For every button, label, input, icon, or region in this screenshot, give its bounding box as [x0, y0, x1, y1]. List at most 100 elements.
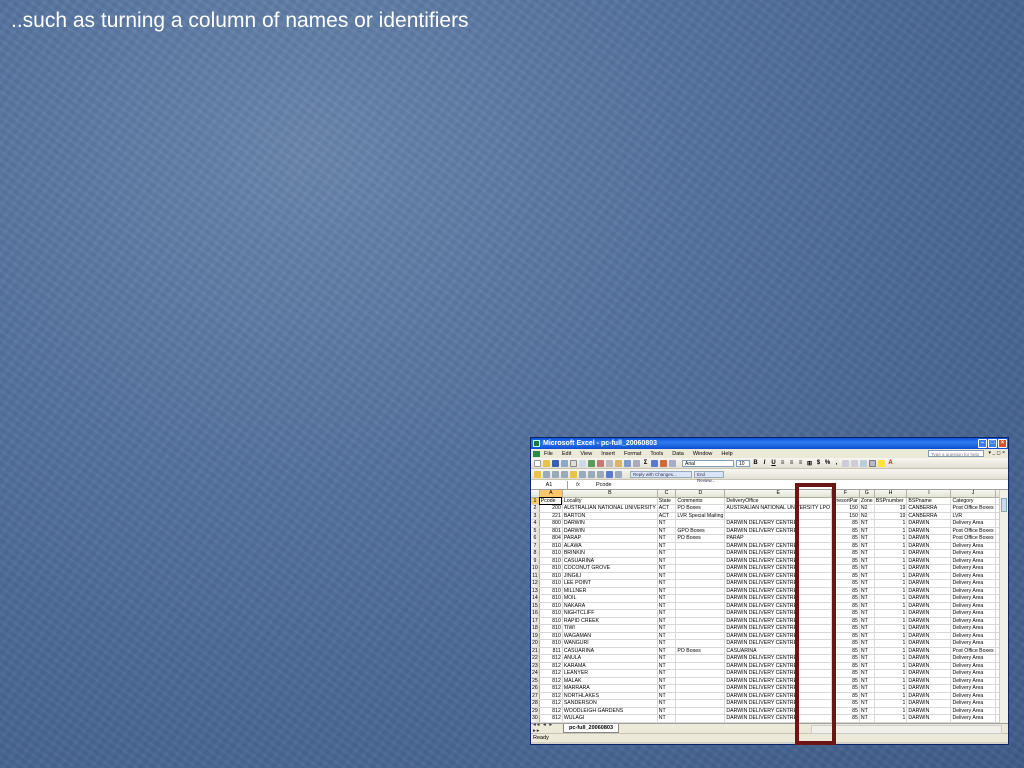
cell[interactable]: DARWIN — [906, 564, 952, 573]
cell[interactable]: NT — [657, 572, 677, 580]
title-bar[interactable]: Microsoft Excel - pc-full_20060803 – □ × — [531, 438, 1008, 449]
cell[interactable]: NT — [859, 692, 875, 700]
cell[interactable]: NT — [859, 602, 875, 610]
cell[interactable] — [675, 692, 726, 700]
comment-icon[interactable] — [570, 470, 577, 478]
cell[interactable]: 1 — [874, 602, 908, 610]
cell[interactable]: CANBERRA — [906, 512, 952, 520]
italic-button[interactable]: I — [761, 460, 768, 466]
cell[interactable]: NT — [859, 624, 875, 633]
cell[interactable]: DARWIN — [906, 654, 952, 663]
cell[interactable] — [675, 632, 726, 640]
cell[interactable]: NT — [657, 527, 677, 535]
cell[interactable]: NT — [657, 639, 677, 648]
cell[interactable]: 85 — [831, 572, 860, 580]
cell[interactable]: PARAP — [724, 534, 833, 543]
cell[interactable]: NT — [657, 714, 677, 723]
cell[interactable]: NT — [859, 587, 875, 595]
cell[interactable]: 810 — [539, 542, 563, 550]
column-header[interactable]: D — [675, 490, 726, 498]
cell[interactable]: DARWIN DELIVERY CENTRE — [724, 632, 833, 640]
cell[interactable]: SANDERSON — [562, 699, 658, 708]
cell[interactable]: JINGILI — [562, 572, 658, 580]
cell[interactable]: NT — [657, 609, 677, 618]
cell[interactable]: NT — [657, 557, 677, 565]
workbook-icon[interactable] — [533, 450, 540, 457]
cell[interactable]: DARWIN — [906, 692, 952, 700]
cell[interactable]: Delivery Area — [950, 632, 996, 640]
cell[interactable]: WOODLEIGH GARDENS — [562, 707, 658, 715]
print-icon[interactable] — [570, 459, 577, 467]
cell[interactable]: 85 — [831, 647, 860, 655]
cell[interactable]: DARWIN — [906, 549, 952, 558]
cell[interactable]: 221 — [539, 512, 563, 520]
cell[interactable]: N2 — [859, 504, 875, 513]
save-icon[interactable] — [552, 459, 559, 467]
cell[interactable]: MILLNER — [562, 587, 658, 595]
cell[interactable]: Delivery Area — [950, 602, 996, 610]
align-left-icon[interactable]: ≡ — [779, 460, 786, 466]
cell[interactable]: DARWIN DELIVERY CENTRE — [724, 639, 833, 648]
cell[interactable] — [675, 662, 726, 670]
cell[interactable]: 19 — [874, 512, 908, 520]
cell[interactable]: DARWIN — [906, 684, 952, 693]
cell[interactable]: DARWIN — [906, 677, 952, 685]
cell[interactable]: 810 — [539, 557, 563, 565]
cell[interactable]: DARWIN DELIVERY CENTRE — [724, 624, 833, 633]
cell[interactable]: Delivery Area — [950, 519, 996, 528]
cell[interactable]: DARWIN — [906, 594, 952, 603]
cell[interactable] — [675, 617, 726, 625]
currency-icon[interactable]: $ — [815, 460, 822, 466]
cell[interactable]: 85 — [831, 669, 860, 678]
cell[interactable]: NT — [657, 602, 677, 610]
row-number[interactable]: 12 — [531, 579, 540, 588]
font-name-select[interactable]: Arial — [682, 459, 734, 467]
cell[interactable]: NT — [859, 639, 875, 648]
cell[interactable]: 85 — [831, 534, 860, 543]
cell[interactable]: Delivery Area — [950, 699, 996, 708]
cell[interactable]: NT — [859, 519, 875, 528]
cell[interactable]: WAGAMAN — [562, 632, 658, 640]
cell[interactable]: MARRARA — [562, 684, 658, 693]
cell[interactable]: NT — [859, 699, 875, 708]
cell[interactable]: DARWIN DELIVERY CENTRE — [724, 684, 833, 693]
cell[interactable]: 1 — [874, 632, 908, 640]
cell[interactable]: BARTON — [562, 512, 658, 520]
cell[interactable]: Delivery Area — [950, 587, 996, 595]
help-search-input[interactable]: Type a question for help — [928, 450, 984, 457]
cell[interactable]: Delivery Area — [950, 579, 996, 588]
cell[interactable]: LVR Special Mailing — [675, 512, 726, 520]
cell[interactable]: DARWIN — [906, 669, 952, 678]
cell[interactable]: 1 — [874, 662, 908, 670]
cell[interactable]: MOIL — [562, 594, 658, 603]
row-number[interactable]: 2 — [531, 504, 540, 513]
cell[interactable]: AUSTRALIAN NATIONAL UNIVERSITY LPO — [724, 504, 833, 513]
minimize-button[interactable]: – — [978, 439, 987, 448]
cell[interactable]: Post Office Boxes — [950, 534, 996, 543]
cell[interactable]: CASUARINA — [562, 647, 658, 655]
cell[interactable]: ACT — [657, 512, 677, 520]
cell[interactable]: NT — [859, 669, 875, 678]
cell[interactable] — [675, 557, 726, 565]
cell[interactable]: Delivery Area — [950, 624, 996, 633]
cell[interactable]: NT — [859, 579, 875, 588]
cell[interactable] — [675, 714, 726, 723]
cell[interactable]: 810 — [539, 609, 563, 618]
column-header[interactable]: J — [950, 490, 996, 498]
maximize-button[interactable]: □ — [988, 439, 997, 448]
cell[interactable]: DARWIN — [906, 534, 952, 543]
cell[interactable]: 812 — [539, 654, 563, 663]
cell[interactable]: NT — [859, 647, 875, 655]
cell[interactable]: DARWIN — [906, 557, 952, 565]
cell[interactable] — [675, 579, 726, 588]
row-number[interactable]: 8 — [531, 549, 540, 558]
column-header[interactable]: H — [874, 490, 908, 498]
sort-ascending-icon[interactable] — [651, 459, 658, 467]
cell[interactable]: ANULA — [562, 654, 658, 663]
cell[interactable]: DARWIN DELIVERY CENTRE — [724, 662, 833, 670]
cell[interactable]: 1 — [874, 617, 908, 625]
bold-button[interactable]: B — [752, 460, 759, 466]
reply-with-changes-button[interactable]: Reply with Changes... — [630, 470, 692, 478]
cell[interactable]: Post Office Boxes — [950, 647, 996, 655]
menu-data[interactable]: Data — [672, 451, 684, 457]
